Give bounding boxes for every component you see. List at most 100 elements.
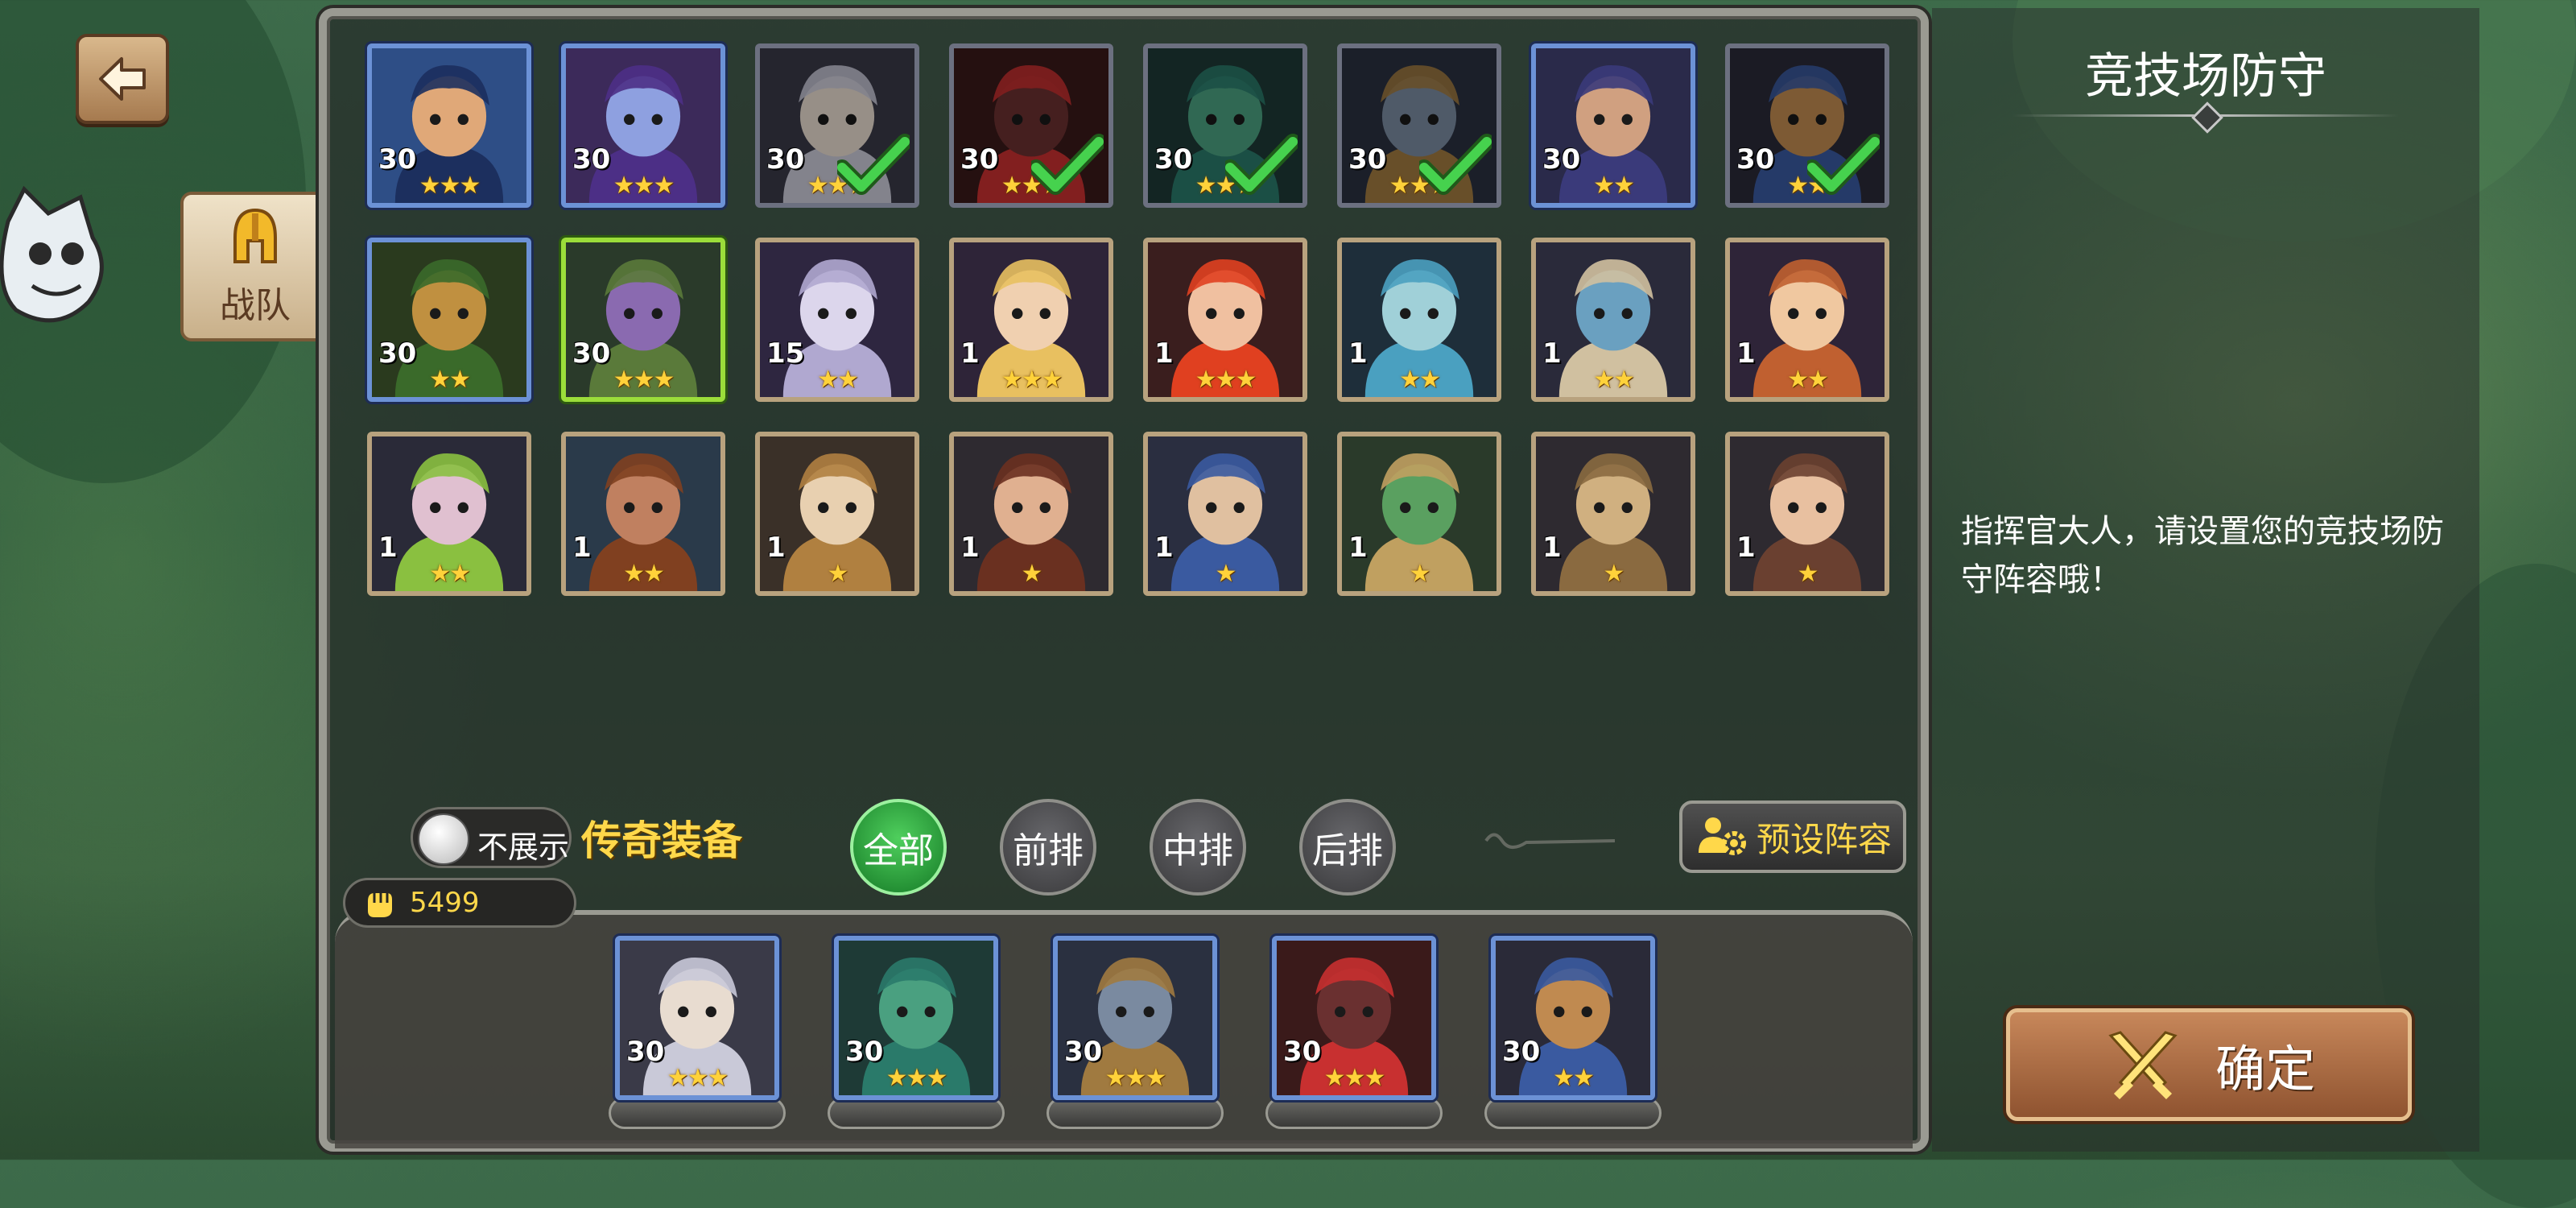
info-panel: 竞技场防守 指挥官大人，请设置您的竞技场防守阵容哦！	[1932, 8, 2479, 1152]
hero-level: 1	[1154, 532, 1174, 564]
preset-lineup-button[interactable]: 预设阵容	[1679, 801, 1906, 873]
lineup-hero-card[interactable]: 30 ★★★	[1272, 936, 1436, 1100]
hero-level: 1	[960, 532, 980, 564]
checkmark-icon	[1419, 134, 1492, 195]
hero-stars: ★★★	[1195, 366, 1257, 394]
hero-level: 1	[766, 532, 786, 564]
hero-level: 1	[960, 337, 980, 370]
checkmark-icon	[837, 134, 910, 195]
lineup-slot[interactable]: 30 ★★	[1484, 936, 1662, 1137]
lineup-hero-card[interactable]: 30 ★★	[1491, 936, 1655, 1100]
roster-hero-card[interactable]: 30 ★★★	[367, 43, 531, 208]
hero-level: 30	[1542, 143, 1581, 176]
roster-hero-card[interactable]: 30 ★★★	[755, 43, 919, 208]
roster-hero-card[interactable]: 1 ★★	[1337, 238, 1501, 402]
filter-bar: 不展示 传奇装备 全部 前排 中排 后排 预设阵容	[327, 789, 1921, 896]
roster-hero-card[interactable]: 1 ★★★	[1143, 238, 1307, 402]
hero-level: 30	[378, 337, 417, 370]
filter-front-button[interactable]: 前排	[1000, 799, 1096, 896]
roster-hero-card[interactable]: 1 ★	[949, 432, 1113, 596]
roster-hero-card[interactable]: 30 ★★★	[561, 238, 725, 402]
fist-icon	[368, 893, 392, 917]
checkmark-icon	[1031, 134, 1104, 195]
confirm-button[interactable]: 确定	[2006, 1008, 2412, 1121]
lineup-hero-card[interactable]: 30 ★★★	[615, 936, 779, 1100]
roster-hero-card[interactable]: 1 ★★	[367, 432, 531, 596]
hero-level: 30	[1348, 143, 1387, 176]
hero-stars: ★★	[623, 560, 665, 588]
hero-stars: ★★	[429, 366, 471, 394]
hero-stars: ★	[1021, 560, 1043, 588]
toggle-label: 不展示	[477, 829, 570, 865]
hero-stars: ★	[1797, 560, 1819, 588]
hero-level: 30	[378, 143, 417, 176]
hero-stars: ★★★	[1001, 366, 1063, 394]
lineup-slot[interactable]: 30 ★★★	[1265, 936, 1443, 1137]
checkmark-icon	[1807, 134, 1880, 195]
decorative-squiggle-icon	[1484, 833, 1616, 849]
back-arrow-icon	[99, 57, 146, 101]
hero-level: 1	[1542, 337, 1562, 370]
filter-back-button[interactable]: 后排	[1299, 799, 1396, 896]
tab-team[interactable]: 战队	[180, 192, 330, 341]
roster-hero-card[interactable]: 1 ★	[1143, 432, 1307, 596]
hero-stars: ★★	[1399, 366, 1441, 394]
roster-hero-card[interactable]: 30 ★★★	[1337, 43, 1501, 208]
lineup-slot[interactable]: 30 ★★★	[828, 936, 1005, 1137]
team-gear-icon	[1699, 817, 1746, 855]
legend-equipment-label: 传奇装备	[581, 817, 742, 864]
filter-middle-button[interactable]: 中排	[1150, 799, 1246, 896]
roster-hero-card[interactable]: 1 ★★	[1531, 238, 1695, 402]
tab-team-label: 战队	[220, 285, 291, 326]
roster-hero-card[interactable]: 30 ★★★	[561, 43, 725, 208]
slot-pedestal	[1046, 1097, 1224, 1129]
roster-hero-card[interactable]: 1 ★	[755, 432, 919, 596]
hero-level: 1	[572, 532, 592, 564]
hero-level: 1	[1154, 337, 1174, 370]
hero-stars: ★	[827, 560, 849, 588]
hero-level: 1	[1348, 532, 1368, 564]
legend-equipment-toggle[interactable]: 不展示	[411, 807, 572, 868]
roster-hero-card[interactable]: 30 ★★	[1725, 43, 1889, 208]
roster-hero-card[interactable]: 30 ★★	[367, 238, 531, 402]
roster-hero-card[interactable]: 1 ★★★	[949, 238, 1113, 402]
hero-level: 30	[845, 1036, 884, 1068]
lineup-hero-card[interactable]: 30 ★★★	[1053, 936, 1217, 1100]
roster-hero-card[interactable]: 30 ★★★	[1143, 43, 1307, 208]
back-button[interactable]	[76, 34, 169, 124]
roster-hero-card[interactable]: 1 ★	[1531, 432, 1695, 596]
roster-hero-card[interactable]: 30 ★★	[1531, 43, 1695, 208]
hero-level: 1	[1348, 337, 1368, 370]
confirm-label: 确定	[2215, 1040, 2315, 1098]
hero-level: 30	[960, 143, 999, 176]
helmet-icon	[233, 208, 277, 263]
filter-all-button[interactable]: 全部	[850, 799, 947, 896]
hero-stars: ★	[1215, 560, 1237, 588]
roster-hero-card[interactable]: 1 ★	[1337, 432, 1501, 596]
hero-stars: ★★	[1553, 1064, 1595, 1092]
hero-level: 30	[572, 337, 611, 370]
slot-pedestal	[1484, 1097, 1662, 1129]
hero-level: 1	[1736, 532, 1756, 564]
hero-stars: ★★★	[886, 1064, 948, 1092]
slot-pedestal	[609, 1097, 786, 1129]
roster-hero-card[interactable]: 15 ★★	[755, 238, 919, 402]
lineup-slot[interactable]: 30 ★★★	[1046, 936, 1224, 1137]
roster-hero-card[interactable]: 30 ★★★	[949, 43, 1113, 208]
roster-hero-card[interactable]: 1 ★★	[1725, 238, 1889, 402]
hero-roster-grid: 30 ★★★ 30 ★★★ 30 ★★★ 30 ★★★ 30 ★★★ 30 ★★★ 30 ★★ 30 ★★ 30…	[367, 43, 1897, 623]
roster-hero-card[interactable]: 1 ★	[1725, 432, 1889, 596]
lineup-hero-card[interactable]: 30 ★★★	[834, 936, 998, 1100]
hero-level: 30	[1064, 1036, 1103, 1068]
hero-level: 30	[1502, 1036, 1541, 1068]
hero-stars: ★★★	[667, 1064, 729, 1092]
hero-level: 30	[572, 143, 611, 176]
roster-hero-card[interactable]: 1 ★★	[561, 432, 725, 596]
hero-stars: ★★★	[1104, 1064, 1167, 1092]
lineup-slot[interactable]: 30 ★★★	[609, 936, 786, 1137]
hero-stars: ★★	[817, 366, 859, 394]
slot-pedestal	[828, 1097, 1005, 1129]
preset-lineup-label: 预设阵容	[1757, 819, 1893, 859]
team-power-value: 5499	[410, 887, 480, 919]
hero-level: 1	[378, 532, 398, 564]
